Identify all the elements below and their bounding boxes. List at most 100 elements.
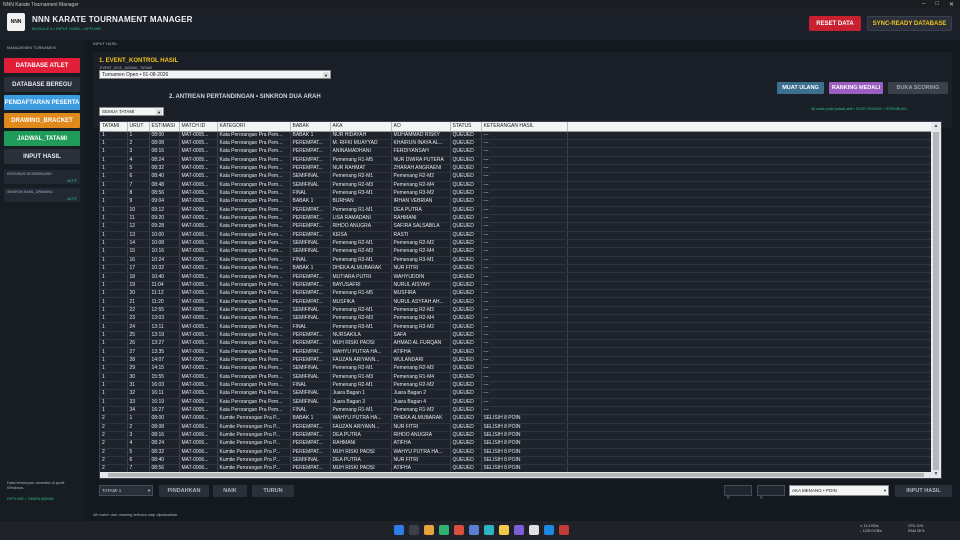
table-row[interactable]: 1 15 10:16 MAT-0005... Kata Perorangan Pra P… — [100, 247, 933, 257]
sidebar-item-database-beregu[interactable]: DATABASE BEREGU — [4, 77, 80, 92]
sync-ready-database-button[interactable]: SYNC-READY DATABASE — [867, 16, 952, 31]
reset-data-button[interactable]: RESET DATA — [809, 16, 861, 31]
sidebar-item-pendaftaran-peserta[interactable]: PENDAFTARAN PESERTA — [4, 95, 80, 110]
table-row[interactable]: 1 17 10:32 MAT-0005... Kata Perorangan Pra P… — [100, 264, 933, 274]
minimize-icon[interactable]: – — [922, 1, 925, 8]
table-row[interactable]: 2 6 08:40 MAT-0006... Kumite Perorangan Pra … — [100, 456, 933, 466]
table-row[interactable]: 1 12 09:28 MAT-0005... Kata Perorangan Pra P… — [100, 222, 933, 232]
table-row[interactable]: 1 32 16:11 MAT-0005... Kata Perorangan Pra P… — [100, 389, 933, 399]
table-row[interactable]: 1 10 09:12 MAT-0005... Kata Perorangan Pra P… — [100, 206, 933, 215]
column-header[interactable]: BABAK — [290, 122, 331, 132]
app-icon[interactable] — [499, 525, 509, 535]
table-row[interactable]: 1 27 13:35 MAT-0005... Kata Perorangan Pra P… — [100, 347, 933, 357]
table-row[interactable]: 2 2 08:08 MAT-0006... Kumite Perorangan Pra … — [100, 423, 933, 432]
ao-score-input[interactable]: 0 — [757, 485, 785, 500]
tatami-select[interactable]: TATAMI 1 ▼ — [99, 485, 153, 496]
table-row[interactable]: 1 4 08:24 MAT-0005... Kata Perorangan Pra Pe… — [100, 156, 933, 165]
table-cell: QUEUED — [450, 214, 482, 224]
scrollbar-thumb[interactable] — [933, 132, 939, 470]
column-header[interactable]: AKA — [330, 122, 392, 132]
sidebar-item-input-hasil[interactable]: INPUT HASIL — [4, 149, 80, 164]
table-row[interactable]: 1 6 08:40 MAT-0005... Kata Perorangan Pra Pe… — [100, 172, 933, 182]
table-row[interactable]: 1 13 10:00 MAT-0005... Kata Perorangan Pra P… — [100, 231, 933, 240]
table-row[interactable]: 1 8 08:56 MAT-0005... Kata Perorangan Pra Pe… — [100, 189, 933, 199]
app-icon[interactable] — [454, 525, 464, 535]
table-cell: Kata Perorangan Pra Pem... — [217, 222, 291, 232]
table-row[interactable]: 1 18 10:40 MAT-0005... Kata Perorangan Pra P… — [100, 272, 933, 282]
scroll-up-icon[interactable]: ▲ — [931, 122, 941, 130]
table-row[interactable]: 2 3 08:16 MAT-0006... Kumite Perorangan Pra … — [100, 431, 933, 441]
table-cell-filler — [567, 448, 933, 457]
match-queue-table[interactable]: TATAMI URUT ESTIMASI MATCH ID KATEGORI B… — [99, 121, 942, 479]
column-header[interactable]: ESTIMASI — [149, 122, 180, 132]
table-cell: 32 — [127, 389, 150, 399]
turun-button[interactable]: TURUN — [252, 485, 294, 497]
event-select[interactable]: Turnamen Open • 01-08-2026 ▼ — [99, 70, 331, 79]
vertical-scrollbar[interactable]: ▲ ▼ — [931, 122, 941, 478]
app-icon[interactable] — [469, 525, 479, 535]
table-cell: PEREMPAT... — [290, 431, 331, 441]
browser-icon[interactable] — [484, 525, 494, 535]
table-cell-filler — [567, 189, 933, 199]
app-icon[interactable] — [559, 525, 569, 535]
table-row[interactable]: 1 34 16:27 MAT-0005... Kata Perorangan Pra P… — [100, 406, 933, 416]
column-header[interactable]: AO — [391, 122, 451, 132]
table-row[interactable]: 1 29 14:15 MAT-0005... Kata Perorangan Pra P… — [100, 364, 933, 374]
folder-icon[interactable] — [424, 525, 434, 535]
app-icon[interactable] — [439, 525, 449, 535]
table-row[interactable]: 1 33 16:19 MAT-0005... Kata Perorangan Pra P… — [100, 398, 933, 407]
table-row[interactable]: 1 22 12:55 MAT-0005... Kata Perorangan Pra P… — [100, 306, 933, 316]
table-row[interactable]: 1 11 09:20 MAT-0005... Kata Perorangan Pra P… — [100, 214, 933, 224]
winner-select[interactable]: AKA MENANG • POIN ▼ — [789, 485, 889, 496]
table-row[interactable]: 1 9 09:04 MAT-0005... Kata Perorangan Pra Pe… — [100, 197, 933, 207]
column-header[interactable]: TATAMI — [100, 122, 128, 132]
app-icon[interactable] — [529, 525, 539, 535]
table-row[interactable]: 1 2 08:08 MAT-0005... Kata Perorangan Pra Pe… — [100, 139, 933, 149]
table-row[interactable]: 1 5 08:32 MAT-0005... Kata Perorangan Pra Pe… — [100, 164, 933, 174]
table-row[interactable]: 2 4 08:24 MAT-0006... Kumite Perorangan Pra … — [100, 439, 933, 449]
table-row[interactable]: 1 26 13:27 MAT-0005... Kata Perorangan Pra P… — [100, 339, 933, 349]
muat-ulang-button[interactable]: MUAT ULANG — [777, 82, 824, 94]
ranking-medali-button[interactable]: RANKING MEDALI — [829, 82, 883, 94]
table-row[interactable]: 1 24 13:11 MAT-0005... Kata Perorangan Pra P… — [100, 322, 933, 332]
close-icon[interactable]: ✕ — [949, 1, 954, 8]
maximize-icon[interactable]: □ — [935, 1, 939, 8]
column-header[interactable]: MATCH ID — [179, 122, 218, 132]
scrollbar-thumb[interactable] — [108, 473, 924, 477]
table-row[interactable]: 1 20 11:12 MAT-0005... Kata Perorangan Pra P… — [100, 289, 933, 299]
sidebar-item-drawing-bracket[interactable]: DRAWING_BRACKET — [4, 113, 80, 128]
start-icon[interactable] — [394, 525, 404, 535]
buka-scoring-button[interactable]: BUKA SCORING — [888, 82, 948, 94]
horizontal-scrollbar[interactable] — [100, 472, 933, 478]
table-row[interactable]: 1 30 15:55 MAT-0005... Kata Perorangan Pra P… — [100, 372, 933, 382]
sidebar-item-database-atlet[interactable]: DATABASE ATLET — [4, 58, 80, 73]
table-row[interactable]: 1 31 16:03 MAT-0005... Kata Perorangan Pra P… — [100, 381, 933, 391]
sidebar-item-jadwal-tatami[interactable]: JADWAL_TATAMI — [4, 131, 80, 146]
table-row[interactable]: 1 28 14:07 MAT-0005... Kata Perorangan Pra P… — [100, 356, 933, 366]
table-row[interactable]: 1 21 11:20 MAT-0005... Kata Perorangan Pra P… — [100, 297, 933, 307]
table-row[interactable]: 1 16 10:24 MAT-0005... Kata Perorangan Pra P… — [100, 256, 933, 266]
table-row[interactable]: 1 19 11:04 MAT-0005... Kata Perorangan Pra P… — [100, 281, 933, 291]
search-icon[interactable] — [409, 525, 419, 535]
table-row[interactable]: 2 1 08:00 MAT-0006... Kumite Perorangan Pra … — [100, 414, 933, 424]
input-hasil-button[interactable]: INPUT HASIL — [895, 485, 952, 497]
table-row[interactable]: 1 25 13:19 MAT-0005... Kata Perorangan Pra P… — [100, 331, 933, 341]
naik-button[interactable]: NAIK — [213, 485, 247, 497]
table-row[interactable]: 1 7 08:48 MAT-0005... Kata Perorangan Pra Pe… — [100, 181, 933, 190]
table-cell-filler — [567, 306, 933, 316]
aka-score-input[interactable]: 0 — [724, 485, 752, 500]
app-icon[interactable] — [544, 525, 554, 535]
table-row[interactable]: 2 5 08:32 MAT-0006... Kumite Perorangan Pra … — [100, 448, 933, 457]
tatami-filter-select[interactable]: SEMUA TATAMI ▼ — [99, 107, 164, 116]
pindahkan-button[interactable]: PINDAHKAN — [159, 485, 209, 497]
column-header[interactable]: KATEGORI — [217, 122, 291, 132]
table-row[interactable]: 1 23 13:03 MAT-0005... Kata Perorangan Pra P… — [100, 314, 933, 324]
column-header[interactable]: KETERANGAN HASIL — [481, 122, 568, 132]
table-row[interactable]: 1 3 08:16 MAT-0005... Kata Perorangan Pra Pe… — [100, 147, 933, 157]
table-cell: MAT-0005... — [179, 347, 218, 357]
table-row[interactable]: 1 14 10:08 MAT-0005... Kata Perorangan Pra P… — [100, 239, 933, 249]
table-row[interactable]: 1 1 08:00 MAT-0005... Kata Perorangan Pra Pe… — [100, 131, 933, 140]
column-header[interactable]: URUT — [127, 122, 150, 132]
column-header[interactable]: STATUS — [450, 122, 482, 132]
app-icon[interactable] — [514, 525, 524, 535]
